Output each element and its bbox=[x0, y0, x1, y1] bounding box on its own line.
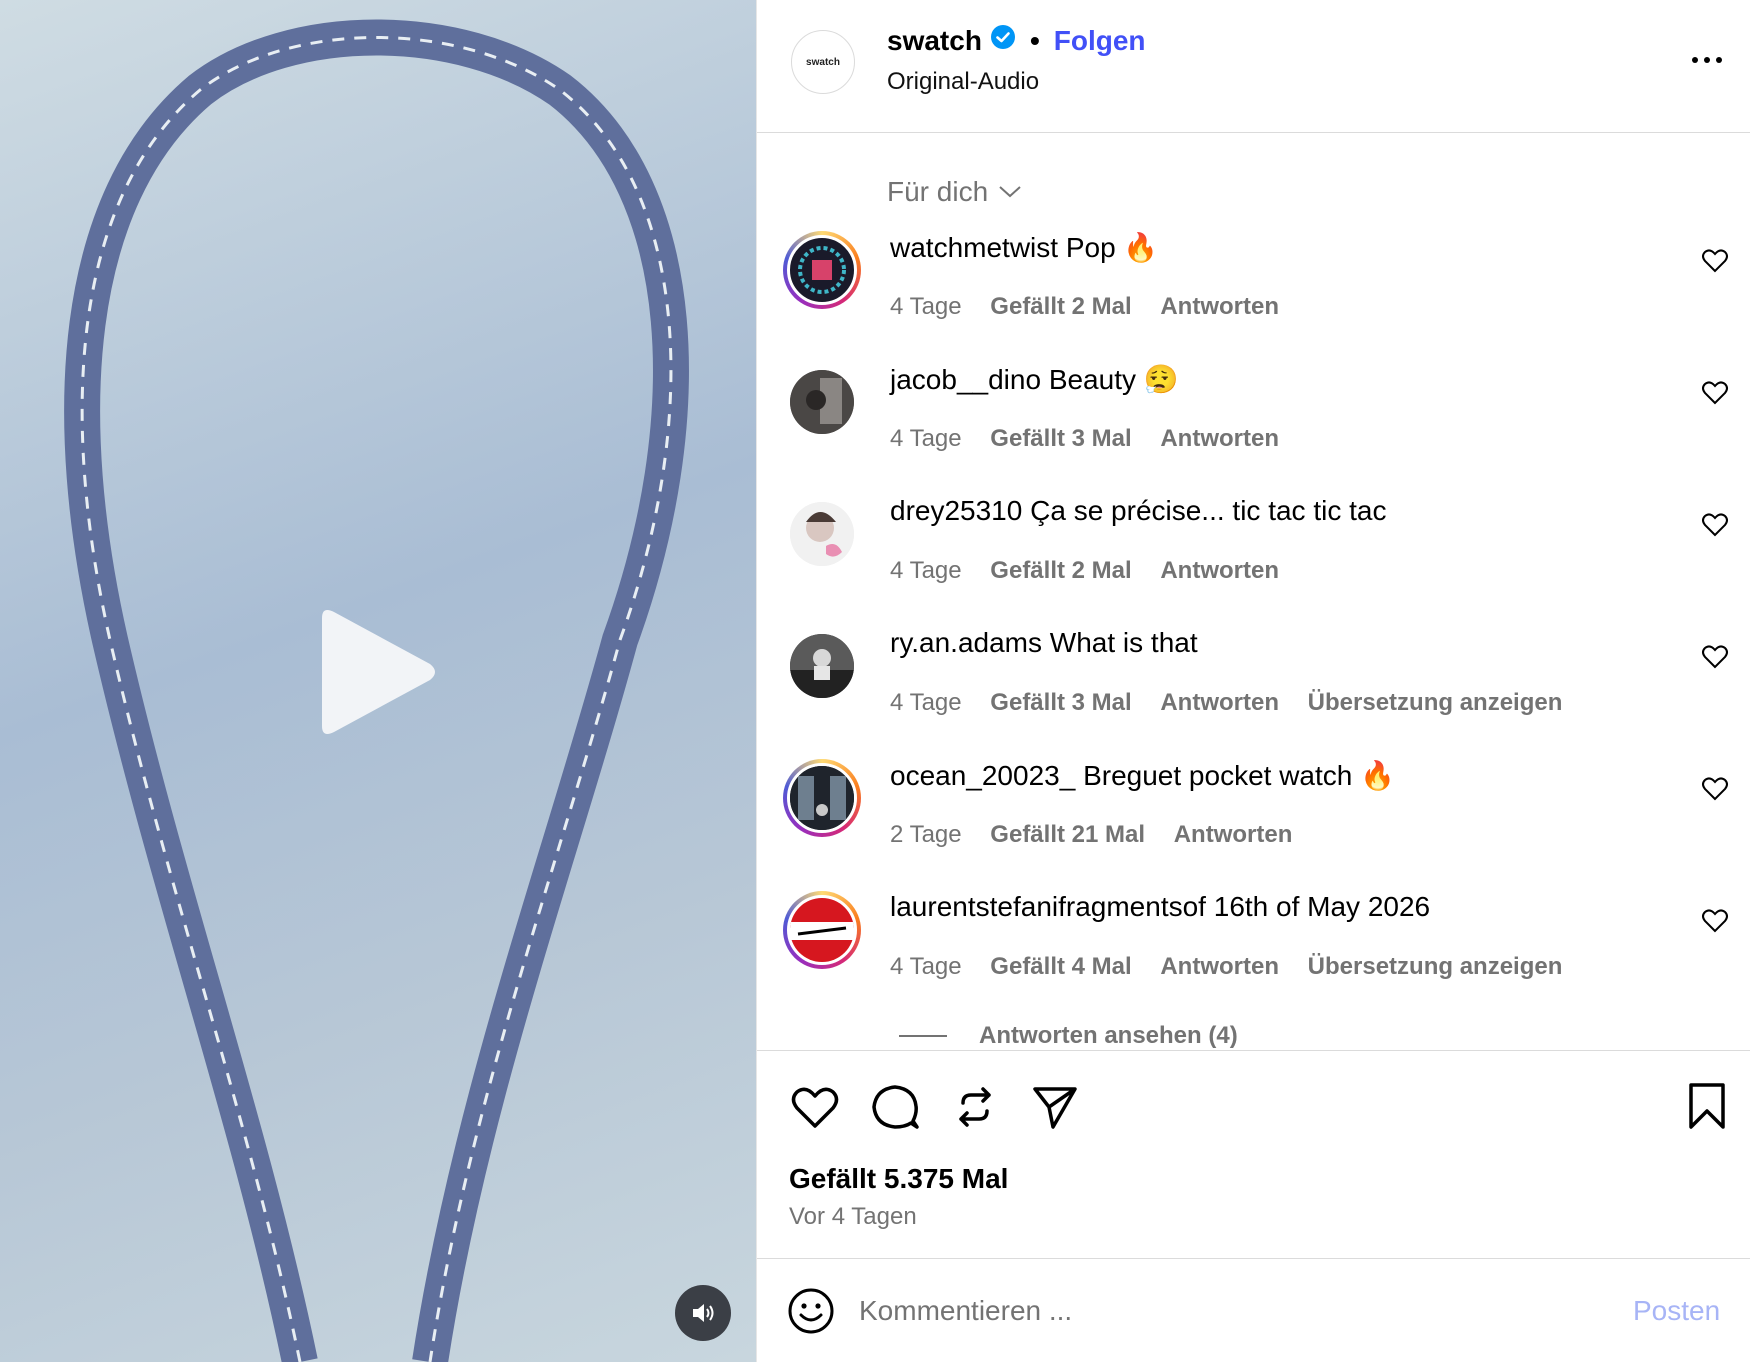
reply-button[interactable]: Antworten bbox=[1160, 557, 1279, 584]
commenter-avatar[interactable] bbox=[783, 231, 861, 309]
post-comment-button[interactable]: Posten bbox=[1633, 1295, 1720, 1327]
commenter-avatar[interactable] bbox=[783, 363, 861, 441]
comment-composer: Posten bbox=[757, 1258, 1750, 1363]
show-translation-button[interactable]: Übersetzung anzeigen bbox=[1308, 953, 1563, 980]
comment-body: 16th of May 2026 bbox=[1213, 891, 1431, 922]
comment-age: 4 Tage bbox=[890, 293, 962, 320]
comment-item: drey25310 Ça se précise... tic tac tic t… bbox=[757, 489, 1750, 599]
share-paper-plane-icon[interactable] bbox=[1029, 1081, 1081, 1133]
comment-text-line: ocean_20023_ Breguet pocket watch 🔥 bbox=[890, 759, 1395, 792]
more-options-icon[interactable] bbox=[1677, 40, 1737, 80]
comment-body: Pop 🔥 bbox=[1065, 232, 1159, 263]
like-comment-heart-icon[interactable] bbox=[1701, 907, 1729, 935]
comment-body: What is that bbox=[1049, 627, 1198, 658]
play-button[interactable] bbox=[312, 606, 442, 738]
comment-text-line: jacob__dino Beauty 😮‍💨 bbox=[890, 363, 1179, 396]
comment-age: 2 Tage bbox=[890, 821, 962, 848]
comment-body: Breguet pocket watch 🔥 bbox=[1083, 760, 1395, 791]
view-replies-label: Antworten ansehen (4) bbox=[979, 1022, 1238, 1049]
comment-item: watchmetwist Pop 🔥 4 Tage Gefällt 2 Mal … bbox=[757, 225, 1750, 335]
comment-username[interactable]: ry.an.adams bbox=[890, 627, 1042, 658]
reply-button[interactable]: Antworten bbox=[1174, 821, 1293, 848]
audio-toggle-button[interactable] bbox=[675, 1285, 731, 1341]
comment-text-line: watchmetwist Pop 🔥 bbox=[890, 231, 1158, 264]
follow-button[interactable]: Folgen bbox=[1054, 25, 1146, 57]
emoji-smiley-icon[interactable] bbox=[787, 1287, 835, 1335]
comment-input[interactable] bbox=[857, 1285, 1581, 1337]
comment-meta: 4 Tage Gefällt 2 Mal Antworten bbox=[890, 293, 1301, 321]
post-timestamp: Vor 4 Tagen bbox=[789, 1203, 917, 1230]
comment-body: Beauty 😮‍💨 bbox=[1048, 364, 1179, 395]
comment-meta: 4 Tage Gefällt 3 Mal Antworten Übersetzu… bbox=[890, 689, 1584, 717]
post-side-panel: swatch swatch • Folgen Original-Audio Fü… bbox=[756, 0, 1750, 1362]
comment-likes[interactable]: Gefällt 4 Mal bbox=[990, 953, 1131, 980]
comment-likes[interactable]: Gefällt 3 Mal bbox=[990, 689, 1131, 716]
reply-button[interactable]: Antworten bbox=[1160, 425, 1279, 452]
like-comment-heart-icon[interactable] bbox=[1701, 511, 1729, 539]
comment-age: 4 Tage bbox=[890, 425, 962, 452]
comment-text-line: laurentstefanifragmentsof 16th of May 20… bbox=[890, 891, 1430, 923]
comment-likes[interactable]: Gefällt 3 Mal bbox=[990, 425, 1131, 452]
play-icon bbox=[322, 610, 435, 734]
post-header: swatch swatch • Folgen Original-Audio bbox=[757, 0, 1750, 133]
comment-meta: 4 Tage Gefällt 3 Mal Antworten bbox=[890, 425, 1301, 453]
commenter-avatar[interactable] bbox=[783, 627, 861, 705]
comment-username[interactable]: ocean_20023_ bbox=[890, 760, 1075, 791]
replies-divider bbox=[899, 1035, 947, 1037]
comment-item: ry.an.adams What is that 4 Tage Gefällt … bbox=[757, 621, 1750, 731]
post-actions-bar: Gefällt 5.375 Mal Vor 4 Tagen bbox=[757, 1050, 1750, 1261]
reply-button[interactable]: Antworten bbox=[1160, 689, 1279, 716]
commenter-avatar[interactable] bbox=[783, 891, 861, 969]
comment-username[interactable]: laurentstefanifragmentsof bbox=[890, 891, 1206, 922]
comment-age: 4 Tage bbox=[890, 557, 962, 584]
comment-item: laurentstefanifragmentsof 16th of May 20… bbox=[757, 885, 1750, 995]
separator-dot: • bbox=[1029, 24, 1040, 56]
reply-button[interactable]: Antworten bbox=[1160, 953, 1279, 980]
post-likes-count[interactable]: Gefällt 5.375 Mal bbox=[789, 1163, 1008, 1195]
speaker-icon bbox=[693, 1304, 714, 1322]
audio-label[interactable]: Original-Audio bbox=[887, 68, 1039, 96]
like-comment-heart-icon[interactable] bbox=[1701, 643, 1729, 671]
comment-username[interactable]: jacob__dino bbox=[890, 364, 1041, 395]
comment-text-line: ry.an.adams What is that bbox=[890, 627, 1198, 659]
comment-likes[interactable]: Gefällt 2 Mal bbox=[990, 293, 1131, 320]
comment-likes[interactable]: Gefällt 21 Mal bbox=[990, 821, 1145, 848]
author-avatar[interactable]: swatch bbox=[791, 30, 855, 94]
commenter-avatar[interactable] bbox=[783, 495, 861, 573]
chevron-down-icon bbox=[999, 186, 1021, 198]
show-translation-button[interactable]: Übersetzung anzeigen bbox=[1308, 689, 1563, 716]
view-replies-button[interactable]: Antworten ansehen (4) bbox=[899, 1022, 1238, 1050]
like-heart-icon[interactable] bbox=[789, 1081, 841, 1133]
comment-age: 4 Tage bbox=[890, 953, 962, 980]
comment-meta: 2 Tage Gefällt 21 Mal Antworten bbox=[890, 821, 1314, 849]
comment-sort-dropdown[interactable]: Für dich bbox=[887, 176, 1022, 208]
bookmark-icon[interactable] bbox=[1681, 1081, 1733, 1133]
author-username[interactable]: swatch bbox=[887, 25, 982, 57]
comment-likes[interactable]: Gefällt 2 Mal bbox=[990, 557, 1131, 584]
comment-meta: 4 Tage Gefällt 4 Mal Antworten Übersetzu… bbox=[890, 953, 1584, 981]
comment-item: jacob__dino Beauty 😮‍💨 4 Tage Gefällt 3 … bbox=[757, 357, 1750, 467]
commenter-avatar[interactable] bbox=[783, 759, 861, 837]
sort-label: Für dich bbox=[887, 176, 989, 207]
like-comment-heart-icon[interactable] bbox=[1701, 247, 1729, 275]
verified-badge-icon bbox=[990, 24, 1016, 57]
comment-bubble-icon[interactable] bbox=[869, 1081, 921, 1133]
avatar-logo-text: swatch bbox=[806, 56, 840, 68]
like-comment-heart-icon[interactable] bbox=[1701, 775, 1729, 803]
video-player[interactable] bbox=[0, 0, 756, 1362]
like-comment-heart-icon[interactable] bbox=[1701, 379, 1729, 407]
comment-username[interactable]: drey25310 bbox=[890, 495, 1022, 526]
comment-text-line: drey25310 Ça se précise... tic tac tic t… bbox=[890, 495, 1386, 527]
repost-icon[interactable] bbox=[949, 1081, 1001, 1133]
comment-age: 4 Tage bbox=[890, 689, 962, 716]
comment-item: ocean_20023_ Breguet pocket watch 🔥 2 Ta… bbox=[757, 753, 1750, 863]
reply-button[interactable]: Antworten bbox=[1160, 293, 1279, 320]
comment-meta: 4 Tage Gefällt 2 Mal Antworten bbox=[890, 557, 1301, 585]
comment-username[interactable]: watchmetwist bbox=[890, 232, 1058, 263]
author-line: swatch • Folgen bbox=[887, 24, 1146, 57]
comment-body: Ça se précise... tic tac tic tac bbox=[1030, 495, 1387, 526]
